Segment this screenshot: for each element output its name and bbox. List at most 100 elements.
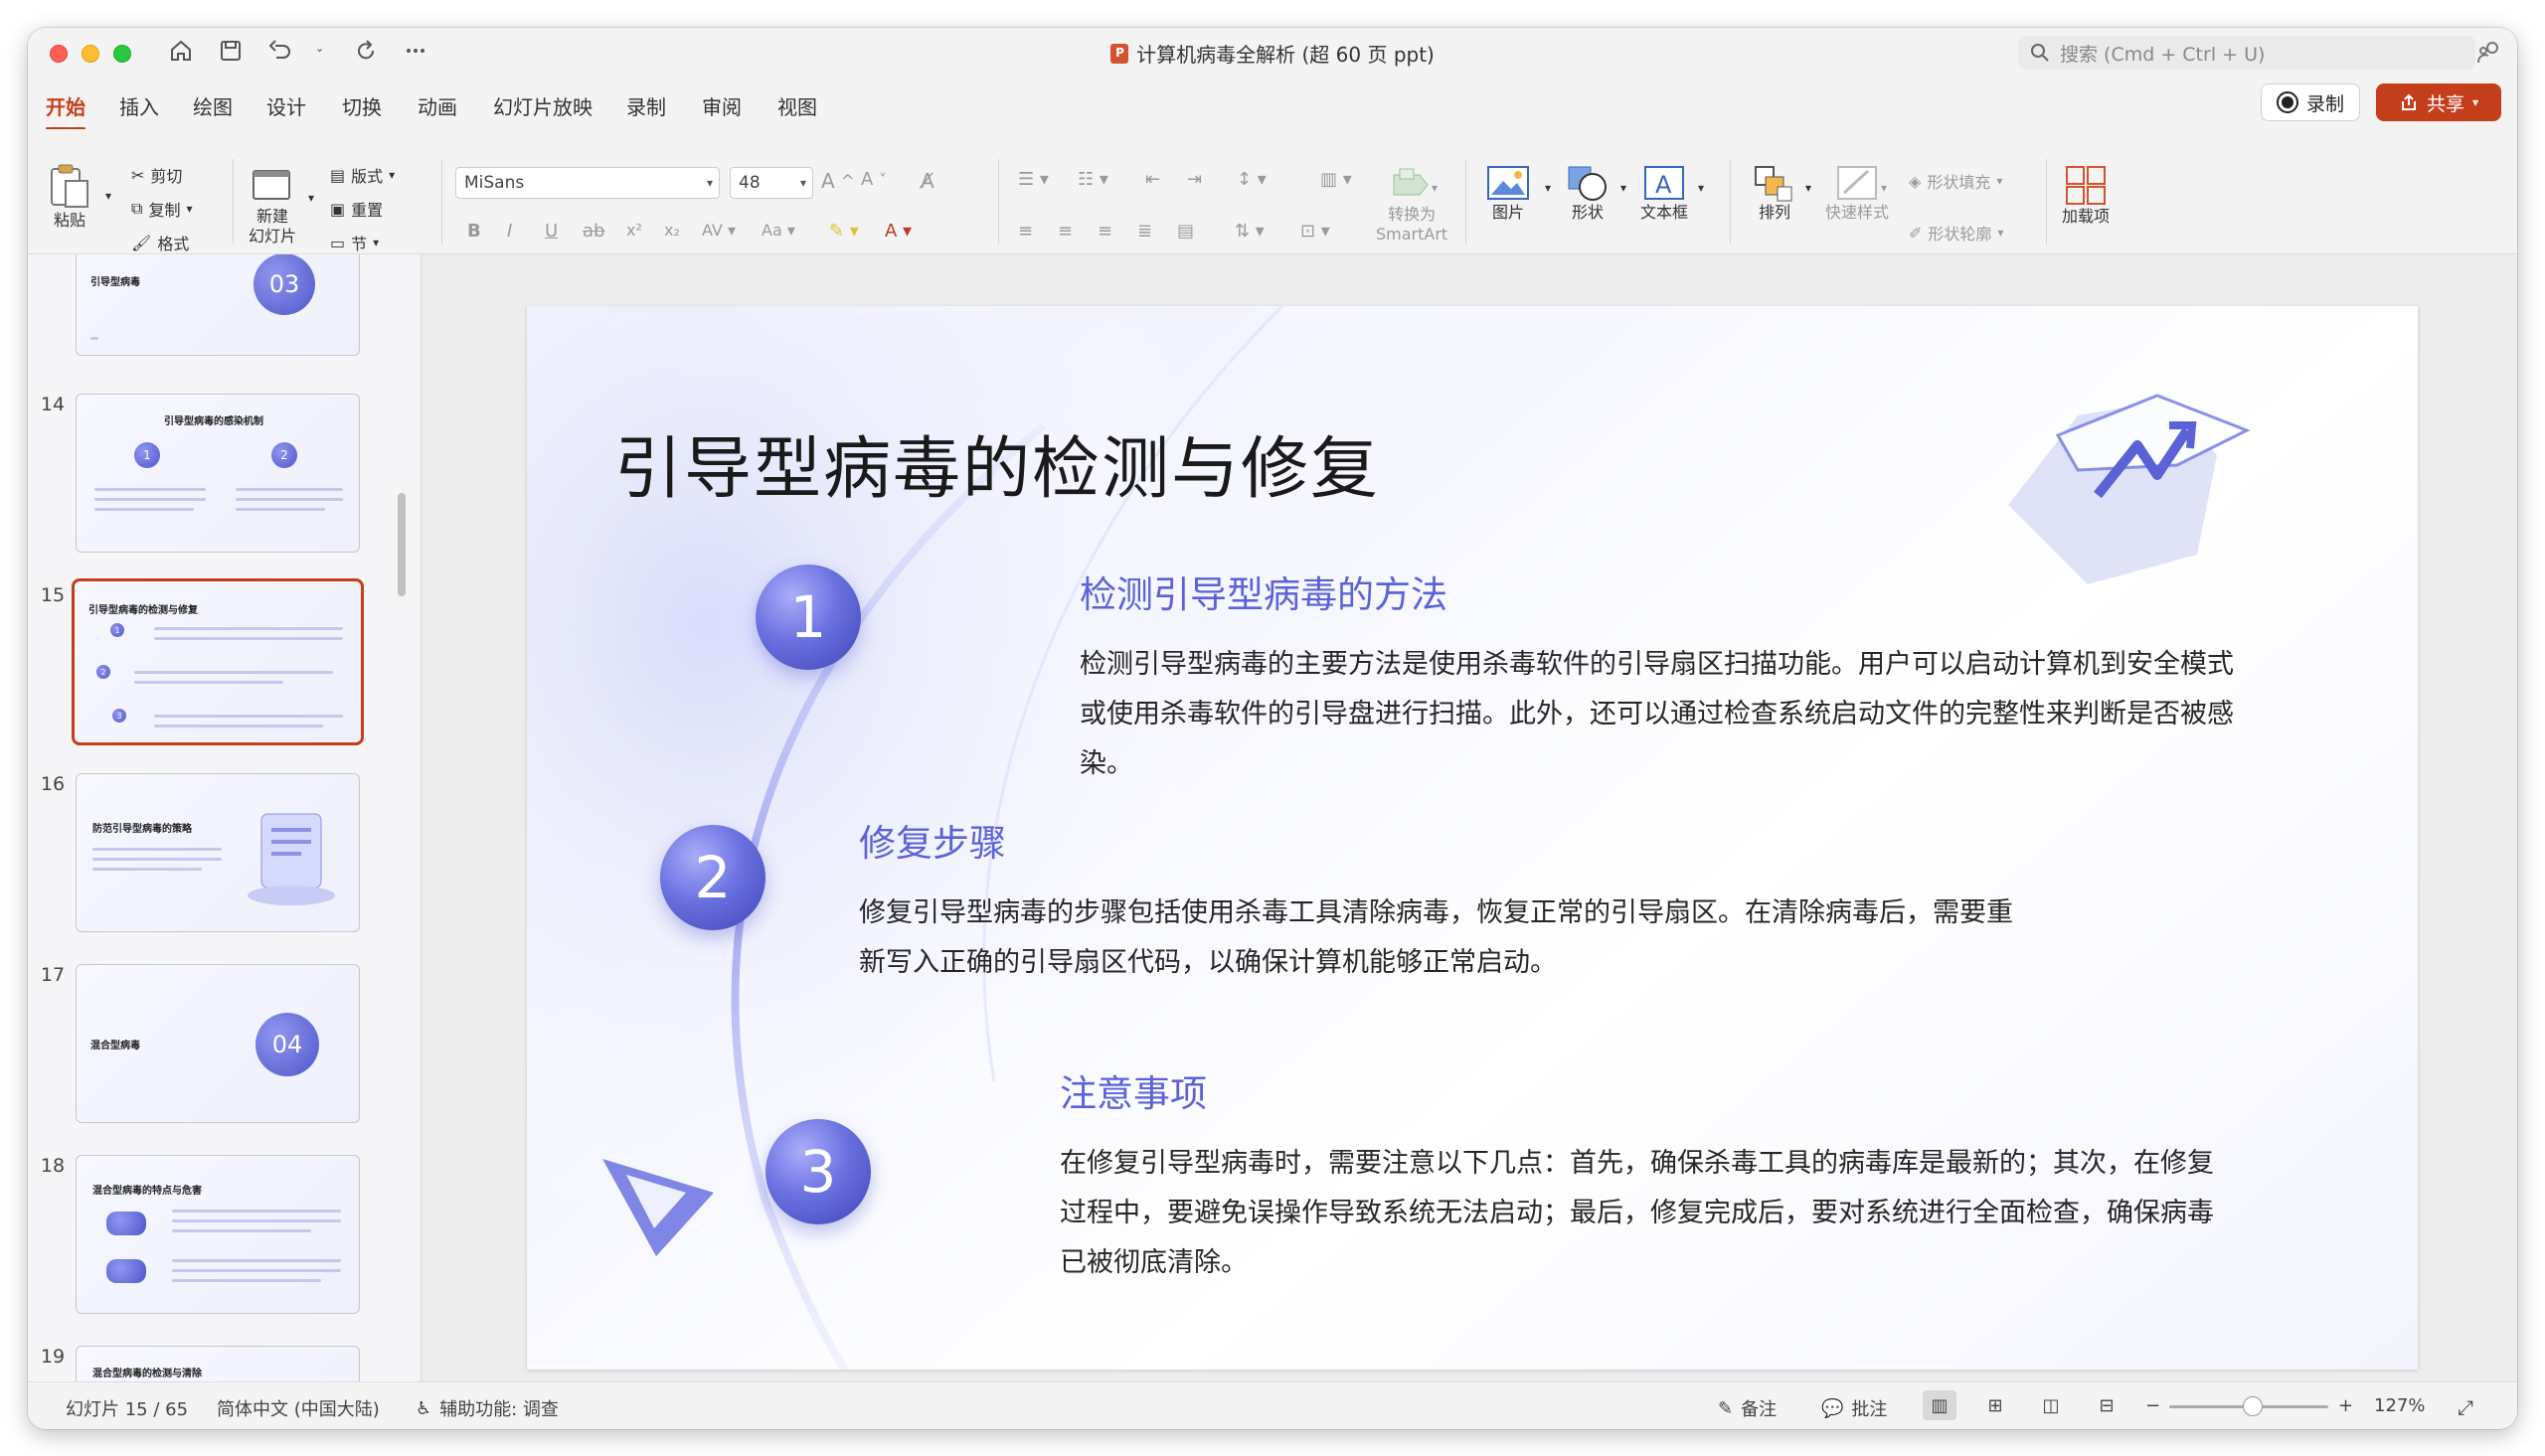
slide-thumbnail-selected[interactable]: 引导型病毒的检测与修复 1 2 3 [72, 578, 364, 745]
arrange-button[interactable]: 排列 [1752, 163, 1797, 223]
chevron-down-icon: ▾ [1997, 226, 2004, 240]
section-heading-notes[interactable]: 注意事项 [1060, 1063, 1207, 1117]
chevron-down-icon[interactable]: ▾ [1805, 181, 1811, 195]
thumbnail-title: 防范引导型病毒的策略 [92, 824, 192, 835]
slide-thumbnail[interactable]: 混合型病毒 04 [76, 964, 360, 1123]
decrease-font-icon[interactable]: A ˅ [861, 169, 887, 190]
tab-review[interactable]: 审阅 [702, 91, 742, 120]
share-button[interactable]: 共享 ▾ [2376, 83, 2501, 121]
clear-formatting-icon[interactable]: A̸ [921, 169, 934, 193]
body-line: 在修复引导型病毒时，需要注意以下几点：首先，确保杀毒工具的病毒库是最新的；其次，… [1060, 1148, 2214, 1179]
chevron-down-icon[interactable]: ▾ [1545, 181, 1551, 195]
copy-button[interactable]: ⧉ 复制 ▾ [131, 197, 192, 221]
align-left-icon[interactable]: ≡ [1018, 221, 1033, 242]
paste-button[interactable]: 粘贴 [48, 163, 91, 231]
new-slide-button[interactable]: 新建 幻灯片 [249, 163, 296, 246]
shapes-button[interactable]: 形状 [1565, 163, 1611, 223]
slide-sorter-button[interactable]: ⊞ [1978, 1390, 2012, 1420]
highlight-icon[interactable]: ✎ ▾ [829, 221, 859, 242]
slide-thumbnail[interactable]: 混合型病毒的特点与危害 [76, 1155, 360, 1314]
current-slide[interactable]: 引导型病毒的检测与修复 1 检测引导型病毒的方法 检测引导型病毒的主要方法是使用… [527, 306, 2418, 1370]
textbox-button[interactable]: A 文本框 [1640, 163, 1688, 223]
picture-button[interactable]: 图片 [1485, 163, 1531, 223]
align-center-icon[interactable]: ≡ [1058, 221, 1073, 242]
new-slide-dropdown[interactable]: ▾ [308, 191, 314, 205]
tab-transitions[interactable]: 切换 [342, 91, 382, 120]
tab-view[interactable]: 视图 [777, 91, 817, 120]
increase-indent-icon[interactable]: ⇥ [1187, 169, 1202, 190]
decrease-indent-icon[interactable]: ⇤ [1145, 169, 1160, 190]
shape-fill-button[interactable]: ◈ 形状填充 ▾ [1909, 169, 2002, 193]
chevron-down-icon[interactable]: ▾ [1432, 181, 1438, 195]
chevron-down-icon[interactable]: ▾ [1881, 181, 1887, 195]
format-painter-button[interactable]: 🖌 格式 [131, 231, 189, 254]
language-indicator[interactable]: 简体中文 (中国大陆) [217, 1395, 380, 1421]
reading-view-button[interactable]: ◫ [2034, 1390, 2068, 1420]
font-size-select[interactable]: 48 ▾ [730, 167, 813, 199]
subscript-icon[interactable]: x₂ [664, 221, 680, 240]
line-spacing-icon[interactable]: ↕ ▾ [1237, 169, 1267, 190]
align-right-icon[interactable]: ≡ [1098, 221, 1112, 242]
cut-button[interactable]: ✂ 剪切 [131, 163, 182, 187]
addins-button[interactable]: 加载项 [2062, 163, 2110, 227]
character-spacing-icon[interactable]: AV ▾ [702, 221, 736, 240]
superscript-icon[interactable]: x² [626, 221, 642, 240]
slideshow-button[interactable]: ⊟ [2090, 1390, 2123, 1420]
zoom-slider-handle[interactable] [2243, 1396, 2263, 1416]
slide-thumbnail[interactable]: 防范引导型病毒的策略 [76, 773, 360, 932]
reset-button[interactable]: ▣ 重置 [330, 197, 383, 221]
underline-icon[interactable]: U [545, 221, 558, 242]
zoom-out-icon[interactable]: − [2145, 1395, 2160, 1416]
accessibility-button[interactable]: ♿ 辅助功能: 调查 [416, 1395, 559, 1421]
normal-view-button[interactable]: ▥ [1923, 1390, 1956, 1420]
slide-thumbnail[interactable]: 引导型病毒的感染机制 1 2 [76, 394, 360, 553]
separator [2046, 159, 2047, 244]
collaboration-icon[interactable] [2475, 40, 2501, 66]
section-body-notes[interactable]: 在修复引导型病毒时，需要注意以下几点：首先，确保杀毒工具的病毒库是最新的；其次，… [1060, 1139, 2214, 1288]
chevron-down-icon[interactable]: ▾ [1698, 181, 1704, 195]
zoom-in-icon[interactable]: + [2338, 1395, 2353, 1416]
section-heading-repair[interactable]: 修复步骤 [859, 813, 1006, 867]
bullets-icon[interactable]: ☰ ▾ [1018, 169, 1049, 190]
convert-smartart-button[interactable]: 转换为 SmartArt [1376, 165, 1447, 244]
quick-styles-button[interactable]: 快速样式 [1825, 163, 1889, 223]
columns-icon[interactable]: ▥ ▾ [1320, 169, 1352, 190]
section-body-detection[interactable]: 检测引导型病毒的主要方法是使用杀毒软件的引导扇区扫描功能。用户可以启动计算机到安… [1080, 640, 2234, 789]
section-heading-detection[interactable]: 检测引导型病毒的方法 [1080, 565, 1447, 618]
section-button[interactable]: ▭ 节 ▾ [330, 231, 379, 254]
paste-dropdown[interactable]: ▾ [105, 189, 111, 203]
bold-icon[interactable]: B [467, 221, 481, 242]
distribute-icon[interactable]: ▤ [1177, 221, 1194, 242]
record-button[interactable]: 录制 [2261, 83, 2360, 121]
justify-icon[interactable]: ≣ [1137, 221, 1152, 242]
tab-insert[interactable]: 插入 [119, 91, 159, 120]
tab-slideshow[interactable]: 幻灯片放映 [493, 91, 593, 120]
tab-home[interactable]: 开始 [46, 91, 85, 130]
comments-button[interactable]: 💬 批注 [1821, 1395, 1887, 1421]
tab-draw[interactable]: 绘图 [193, 91, 233, 120]
chevron-down-icon[interactable]: ▾ [1620, 181, 1626, 195]
notes-button[interactable]: ✎ 备注 [1718, 1395, 1777, 1421]
search-box[interactable]: 搜索 (Cmd + Ctrl + U) [2018, 36, 2475, 70]
numbering-icon[interactable]: ☷ ▾ [1078, 169, 1108, 190]
change-case-icon[interactable]: Aa ▾ [762, 221, 795, 240]
increase-font-icon[interactable]: A ^ [821, 169, 855, 193]
slide-thumbnail[interactable]: 引导型病毒 03 [76, 254, 360, 356]
slide-title[interactable]: 引导型病毒的检测与修复 [614, 413, 1380, 512]
tab-design[interactable]: 设计 [266, 91, 306, 120]
zoom-level[interactable]: 127% [2374, 1395, 2425, 1416]
tab-animations[interactable]: 动画 [418, 91, 457, 120]
italic-icon[interactable]: I [507, 221, 512, 242]
text-direction-icon[interactable]: ⇅ ▾ [1235, 221, 1265, 242]
layout-button[interactable]: ▤ 版式 ▾ [330, 163, 395, 187]
thumbnails-scrollbar[interactable] [398, 493, 406, 596]
tab-record[interactable]: 录制 [626, 91, 666, 120]
fit-to-window-icon[interactable]: ⤢ [2458, 1395, 2473, 1419]
font-color-icon[interactable]: A ▾ [885, 221, 912, 242]
shape-outline-button[interactable]: ✐ 形状轮廓 ▾ [1909, 221, 2003, 244]
section-body-repair[interactable]: 修复引导型病毒的步骤包括使用杀毒工具清除病毒，恢复正常的引导扇区。在清除病毒后，… [859, 889, 2013, 988]
strikethrough-icon[interactable]: ab [583, 221, 604, 242]
thumbnail-text [172, 1219, 341, 1222]
font-name-select[interactable]: MiSans ▾ [455, 167, 720, 199]
align-text-icon[interactable]: ⊡ ▾ [1300, 221, 1330, 242]
